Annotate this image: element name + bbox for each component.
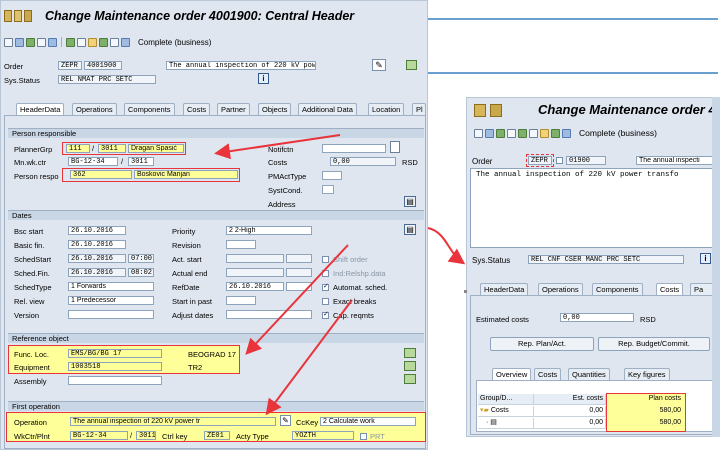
row-est-costs: 0,00 [534, 406, 606, 417]
right-order-number-field[interactable]: 01900 [566, 156, 606, 165]
long-text-area[interactable] [470, 168, 718, 248]
arrow-planner-group [214, 134, 341, 160]
edit-pencil-icon[interactable] [551, 128, 560, 138]
report-budget-commitment-button[interactable]: Rep. Budget/Commit. [598, 337, 710, 351]
grid-header-plan-costs[interactable]: Plan costs [608, 394, 684, 405]
row-plan-costs: 580,00 [659, 407, 681, 414]
right-tab-costs[interactable]: Costs [656, 283, 684, 295]
row-plan-costs: 580,00 [659, 419, 681, 426]
document-icon[interactable] [485, 128, 494, 138]
decor-line-top [428, 18, 718, 20]
row-est-costs: 0,00 [534, 418, 606, 429]
display-change-icon[interactable] [474, 128, 483, 138]
subtab-overview[interactable]: Overview [492, 368, 532, 380]
annotation-arrows [214, 134, 466, 416]
decor-line-mid [428, 72, 718, 74]
subtab-costs[interactable]: Costs [534, 368, 562, 380]
arrow-reference-object [245, 244, 349, 355]
calendar-icon[interactable] [562, 128, 571, 138]
right-status-info-icon[interactable]: i [700, 253, 711, 264]
goods-movement-icon[interactable] [496, 128, 505, 138]
document-icon: · ▤ [486, 419, 497, 426]
subtab-quantities[interactable]: Quantities [568, 368, 610, 380]
order-type-cursor-box [526, 154, 554, 167]
arrow-to-right-window [427, 227, 466, 265]
long-text-content: The annual inspection of 220 kV power tr… [476, 171, 679, 179]
right-tab-header-data[interactable]: HeaderData [480, 283, 529, 295]
right-toolbar: Complete (business) [474, 127, 657, 139]
complete-business-button[interactable]: Complete (business) [579, 128, 657, 138]
right-sys-status-field: REL CNF CSER MANC PRC SETC [528, 255, 684, 264]
grid-header-est-costs[interactable]: Est. costs [534, 394, 606, 405]
estimated-costs-field[interactable]: 0,00 [560, 313, 634, 322]
right-title-icon2 [490, 104, 502, 117]
order-select-box[interactable] [556, 157, 563, 164]
grid-header-group[interactable]: Group/D... [478, 394, 534, 405]
right-order-description-field[interactable]: The annual inspecti [636, 156, 718, 165]
table-row[interactable]: · ▤ [478, 418, 534, 429]
row-name: Costs [490, 407, 509, 414]
table-row[interactable]: ▾▰ Costs [478, 406, 534, 417]
estimated-costs-currency: RSD [640, 315, 656, 324]
subtab-key-figures[interactable]: Key figures [624, 368, 670, 380]
right-window-title: Change Maintenance order 4001 [538, 102, 720, 117]
right-edge-strip [712, 97, 720, 437]
print-icon[interactable] [529, 128, 538, 138]
report-plan-actual-button[interactable]: Rep. Plan/Act. [490, 337, 594, 351]
right-order-label: Order [472, 157, 493, 166]
folder-open-icon: ▾▰ [480, 407, 489, 414]
right-tab-components[interactable]: Components [592, 283, 643, 295]
copy-icon[interactable] [540, 128, 549, 138]
right-tab-operations[interactable]: Operations [538, 283, 583, 295]
right-title-icon [474, 104, 486, 117]
right-sys-status-label: Sys.Status [472, 256, 511, 265]
estimated-costs-label: Estimated costs [476, 315, 529, 324]
structure-icon[interactable] [507, 128, 516, 138]
right-bullet [464, 290, 467, 293]
release-flag-icon[interactable] [518, 128, 527, 138]
